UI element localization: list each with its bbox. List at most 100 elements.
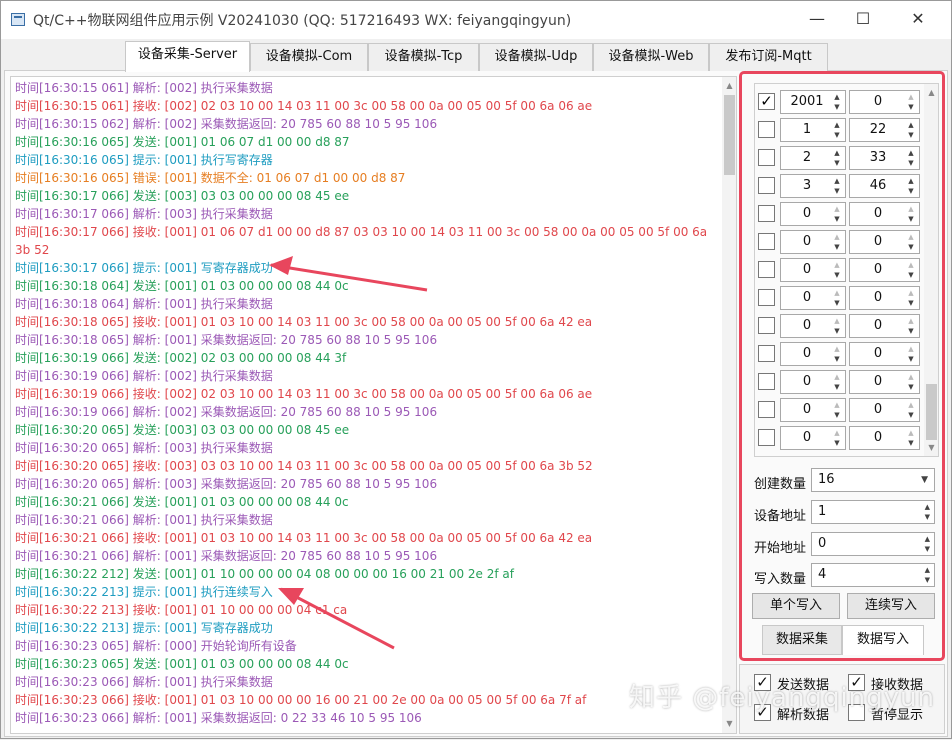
register-value-spinbox[interactable]: 46 ▲ ▼ xyxy=(849,174,920,198)
register-value-spinbox[interactable]: 0 ▲ ▼ xyxy=(849,286,920,310)
register-address-spinbox[interactable]: 2 ▲ ▼ xyxy=(780,146,846,170)
minimize-button[interactable]: — xyxy=(795,5,839,33)
register-value-spinbox[interactable]: 22 ▲ ▼ xyxy=(849,118,920,142)
register-address-spinbox[interactable]: 0 ▲ ▼ xyxy=(780,202,846,226)
spin-up-icon[interactable]: ▲ xyxy=(906,316,916,326)
spin-down-icon[interactable]: ▼ xyxy=(906,270,916,280)
log-view[interactable]: 时间[16:30:15 061] 解析: [002] 执行采集数据 时间[16:3… xyxy=(10,76,737,734)
register-address-spinbox[interactable]: 0 ▲ ▼ xyxy=(780,426,846,450)
spin-up-icon[interactable]: ▲ xyxy=(832,232,842,242)
tab-tcp[interactable]: 设备模拟-Tcp xyxy=(368,43,479,71)
tab-web[interactable]: 设备模拟-Web xyxy=(593,43,709,71)
spin-down-icon[interactable]: ▼ xyxy=(906,130,916,140)
scroll-up-icon[interactable]: ▲ xyxy=(924,86,938,100)
spin-up-icon[interactable]: ▲ xyxy=(832,428,842,438)
spin-up-icon[interactable]: ▲ xyxy=(906,372,916,382)
spin-down-icon[interactable]: ▼ xyxy=(906,158,916,168)
spin-up-icon[interactable]: ▲ xyxy=(925,534,930,544)
spin-up-icon[interactable]: ▲ xyxy=(832,316,842,326)
register-enable-checkbox[interactable] xyxy=(758,177,775,194)
spin-down-icon[interactable]: ▼ xyxy=(925,575,930,585)
spin-down-icon[interactable]: ▼ xyxy=(906,298,916,308)
continuous-write-button[interactable]: 连续写入 xyxy=(847,593,935,619)
register-enable-checkbox[interactable] xyxy=(758,289,775,306)
register-value-spinbox[interactable]: 0 ▲ ▼ xyxy=(849,370,920,394)
register-enable-checkbox[interactable] xyxy=(758,121,775,138)
spin-down-icon[interactable]: ▼ xyxy=(832,326,842,336)
register-enable-checkbox[interactable] xyxy=(758,233,775,250)
spin-up-icon[interactable]: ▲ xyxy=(906,400,916,410)
spin-up-icon[interactable]: ▲ xyxy=(906,232,916,242)
spin-up-icon[interactable]: ▲ xyxy=(906,148,916,158)
tab-mqtt[interactable]: 发布订阅-Mqtt xyxy=(709,43,828,71)
scroll-down-icon[interactable]: ▼ xyxy=(924,441,938,455)
register-enable-checkbox[interactable] xyxy=(758,429,775,446)
register-value-spinbox[interactable]: 0 ▲ ▼ xyxy=(849,398,920,422)
close-button[interactable]: ✕ xyxy=(896,5,940,33)
spin-up-icon[interactable]: ▲ xyxy=(832,344,842,354)
spin-down-icon[interactable]: ▼ xyxy=(906,102,916,112)
register-value-spinbox[interactable]: 0 ▲ ▼ xyxy=(849,90,920,114)
spin-up-icon[interactable]: ▲ xyxy=(906,288,916,298)
spin-down-icon[interactable]: ▼ xyxy=(832,410,842,420)
spin-up-icon[interactable]: ▲ xyxy=(832,260,842,270)
register-address-spinbox[interactable]: 1 ▲ ▼ xyxy=(780,118,846,142)
start-address-spinbox[interactable]: 0 ▲ ▼ xyxy=(811,532,935,556)
title-bar[interactable]: Qt/C++物联网组件应用示例 V20241030 (QQ: 517216493… xyxy=(1,1,951,39)
register-address-spinbox[interactable]: 0 ▲ ▼ xyxy=(780,258,846,282)
spin-up-icon[interactable]: ▲ xyxy=(832,204,842,214)
spin-down-icon[interactable]: ▼ xyxy=(925,512,930,522)
spin-up-icon[interactable]: ▲ xyxy=(832,92,842,102)
register-enable-checkbox[interactable] xyxy=(758,149,775,166)
spin-up-icon[interactable]: ▲ xyxy=(832,176,842,186)
spin-down-icon[interactable]: ▼ xyxy=(832,438,842,448)
register-enable-checkbox[interactable] xyxy=(758,373,775,390)
tab-com[interactable]: 设备模拟-Com xyxy=(250,43,368,71)
spin-up-icon[interactable]: ▲ xyxy=(906,92,916,102)
spin-up-icon[interactable]: ▲ xyxy=(906,176,916,186)
spin-down-icon[interactable]: ▼ xyxy=(925,544,930,554)
spin-down-icon[interactable]: ▼ xyxy=(906,242,916,252)
register-enable-checkbox[interactable] xyxy=(758,401,775,418)
spin-up-icon[interactable]: ▲ xyxy=(832,372,842,382)
spin-up-icon[interactable]: ▲ xyxy=(906,204,916,214)
spin-down-icon[interactable]: ▼ xyxy=(832,242,842,252)
spin-down-icon[interactable]: ▼ xyxy=(906,214,916,224)
register-value-spinbox[interactable]: 0 ▲ ▼ xyxy=(849,314,920,338)
subtab-write[interactable]: 数据写入 xyxy=(842,625,924,655)
spin-down-icon[interactable]: ▼ xyxy=(832,298,842,308)
spin-up-icon[interactable]: ▲ xyxy=(906,260,916,270)
tab-udp[interactable]: 设备模拟-Udp xyxy=(479,43,593,71)
register-address-spinbox[interactable]: 0 ▲ ▼ xyxy=(780,286,846,310)
spin-up-icon[interactable]: ▲ xyxy=(925,502,930,512)
log-scrollbar[interactable]: ▲ ▼ xyxy=(722,77,736,733)
spin-down-icon[interactable]: ▼ xyxy=(832,102,842,112)
device-address-spinbox[interactable]: 1 ▲ ▼ xyxy=(811,500,935,524)
spin-up-icon[interactable]: ▲ xyxy=(906,120,916,130)
register-enable-checkbox[interactable]: ✓ xyxy=(758,93,775,110)
spin-down-icon[interactable]: ▼ xyxy=(832,382,842,392)
register-address-spinbox[interactable]: 0 ▲ ▼ xyxy=(780,230,846,254)
single-write-button[interactable]: 单个写入 xyxy=(752,593,840,619)
spin-up-icon[interactable]: ▲ xyxy=(832,288,842,298)
spin-down-icon[interactable]: ▼ xyxy=(906,326,916,336)
register-grid[interactable]: ✓ 2001 ▲ ▼ 0 ▲ ▼ 1 ▲ ▼ 22 ▲ ▼ 2 ▲ ▼ 33 ▲ ▼ 3 ▲ ▼ 46 ▲ ▼ 0 ▲ ▼ 0 ▲ ▼ 0 ▲ ▼… xyxy=(754,83,939,457)
register-address-spinbox[interactable]: 0 ▲ ▼ xyxy=(780,342,846,366)
register-enable-checkbox[interactable] xyxy=(758,317,775,334)
register-value-spinbox[interactable]: 0 ▲ ▼ xyxy=(849,230,920,254)
spin-up-icon[interactable]: ▲ xyxy=(906,344,916,354)
register-address-spinbox[interactable]: 3 ▲ ▼ xyxy=(780,174,846,198)
grid-scrollbar[interactable]: ▲ ▼ xyxy=(924,84,938,456)
spin-up-icon[interactable]: ▲ xyxy=(832,148,842,158)
spin-down-icon[interactable]: ▼ xyxy=(906,438,916,448)
spin-up-icon[interactable]: ▲ xyxy=(906,428,916,438)
grid-scroll-thumb[interactable] xyxy=(926,384,937,440)
spin-down-icon[interactable]: ▼ xyxy=(906,186,916,196)
tab-server[interactable]: 设备采集-Server xyxy=(125,41,250,72)
spin-down-icon[interactable]: ▼ xyxy=(906,382,916,392)
register-address-spinbox[interactable]: 2001 ▲ ▼ xyxy=(780,90,846,114)
register-enable-checkbox[interactable] xyxy=(758,345,775,362)
spin-down-icon[interactable]: ▼ xyxy=(906,354,916,364)
register-value-spinbox[interactable]: 0 ▲ ▼ xyxy=(849,202,920,226)
spin-down-icon[interactable]: ▼ xyxy=(832,270,842,280)
